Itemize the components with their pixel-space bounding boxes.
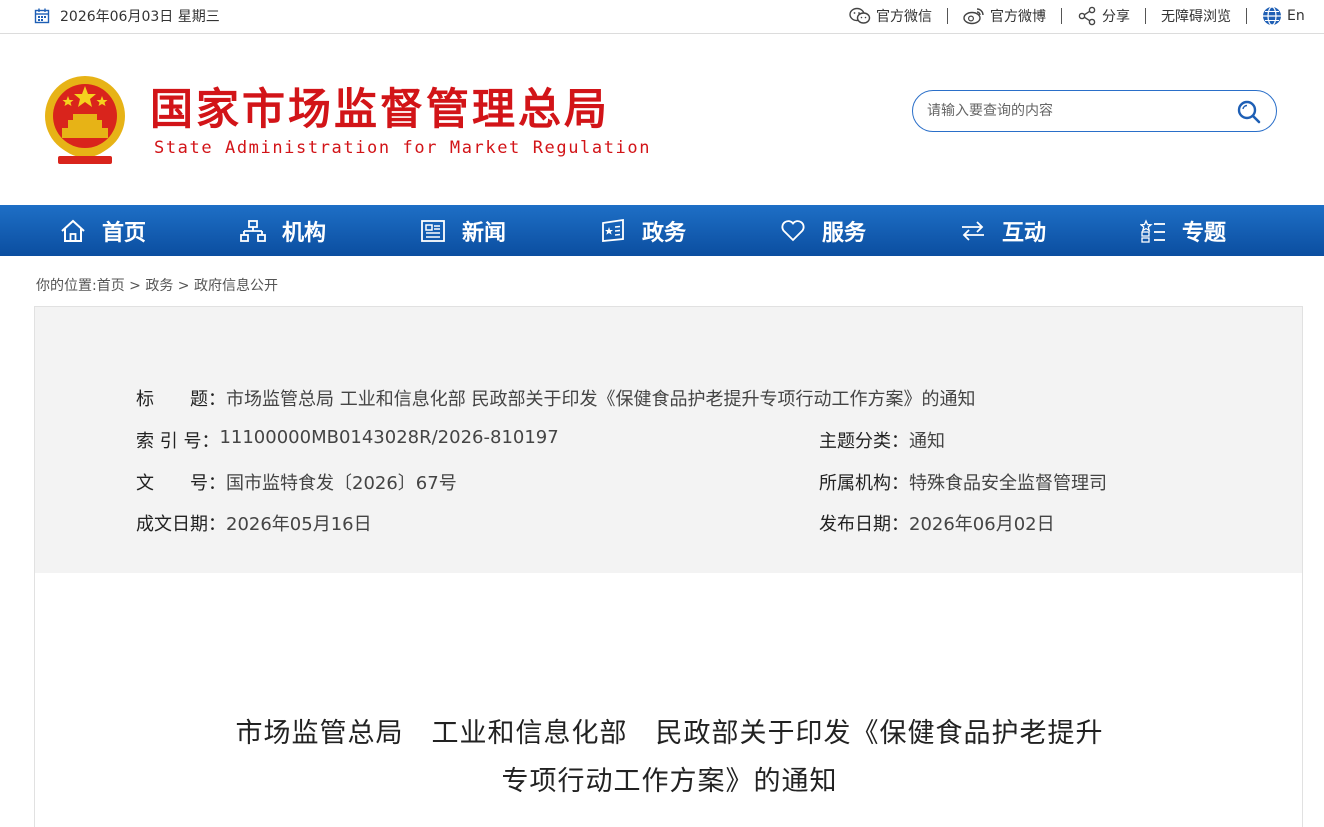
meta-org-label: 所属机构： bbox=[819, 473, 909, 494]
nav-item-topics[interactable]: 专题 bbox=[1140, 205, 1226, 256]
meta-title-row: 标 题： 市场监管总局 工业和信息化部 民政部关于印发《保健食品护老提升专项行动… bbox=[136, 385, 975, 411]
nav-item-news[interactable]: 新闻 bbox=[420, 205, 506, 256]
breadcrumb: 你的位置:首页 > 政务 > 政府信息公开 bbox=[36, 275, 278, 295]
english-link[interactable]: En bbox=[1262, 6, 1305, 26]
main-nav: 首页 机构 新闻 政务 服务 互动 专题 bbox=[0, 205, 1324, 256]
government-affairs-icon bbox=[602, 218, 624, 242]
accessibility-label: 无障碍浏览 bbox=[1161, 9, 1231, 25]
meta-category-label: 主题分类： bbox=[819, 431, 909, 452]
nav-label: 首页 bbox=[102, 220, 147, 246]
meta-index-row: 索 引 号： 11100000MB0143028R/2026-810197 bbox=[136, 427, 559, 453]
meta-created-value: 2026年05月16日 bbox=[226, 514, 372, 535]
wechat-icon bbox=[849, 7, 871, 24]
meta-published-label: 发布日期： bbox=[819, 514, 909, 535]
meta-category-row: 主题分类： 通知 bbox=[819, 427, 945, 453]
official-weibo-link[interactable]: 官方微博 bbox=[963, 6, 1046, 26]
meta-docno-value: 国市监特食发〔2026〕67号 bbox=[226, 473, 457, 494]
breadcrumb-prefix: 你的位置: bbox=[36, 278, 97, 294]
meta-index-value: 11100000MB0143028R/2026-810197 bbox=[219, 427, 559, 448]
nav-label: 互动 bbox=[1002, 220, 1047, 246]
divider bbox=[1145, 8, 1146, 24]
breadcrumb-separator: > bbox=[124, 278, 146, 294]
globe-icon bbox=[1263, 6, 1281, 26]
meta-published-value: 2026年06月02日 bbox=[909, 514, 1055, 535]
site-header: 国家市场监督管理总局 State Administration for Mark… bbox=[0, 35, 1324, 205]
share-link[interactable]: 分享 bbox=[1077, 6, 1130, 26]
national-emblem-icon[interactable] bbox=[40, 72, 130, 166]
meta-docno-row: 文 号： 国市监特食发〔2026〕67号 bbox=[136, 469, 457, 495]
calendar-icon bbox=[34, 8, 50, 24]
search-icon[interactable] bbox=[1236, 99, 1262, 125]
exchange-icon bbox=[962, 220, 984, 241]
nav-label: 机构 bbox=[282, 220, 327, 246]
meta-category-value: 通知 bbox=[909, 431, 945, 452]
nav-label: 服务 bbox=[822, 220, 867, 246]
article-title-line: 专项行动工作方案》的通知 bbox=[501, 766, 838, 797]
meta-published-row: 发布日期： 2026年06月02日 bbox=[819, 510, 1055, 536]
english-label: En bbox=[1287, 8, 1305, 24]
breadcrumb-government-affairs[interactable]: 政务 bbox=[145, 278, 173, 294]
breadcrumb-info-disclosure[interactable]: 政府信息公开 bbox=[194, 278, 278, 294]
search-input[interactable] bbox=[927, 100, 1227, 122]
top-links: 官方微信 官方微博 分享 无障碍浏览 En bbox=[849, 5, 1305, 27]
nav-label: 新闻 bbox=[462, 220, 507, 246]
weibo-icon bbox=[963, 8, 984, 25]
official-wechat-label: 官方微信 bbox=[876, 9, 932, 25]
top-utility-bar: 2026年06月03日 星期三 官方微信 官方微博 分享 无障碍浏览 En bbox=[0, 0, 1324, 34]
org-chart-icon bbox=[240, 219, 266, 242]
share-icon bbox=[1078, 6, 1096, 26]
meta-org-row: 所属机构： 特殊食品安全监督管理司 bbox=[819, 469, 1107, 495]
nav-item-government-affairs[interactable]: 政务 bbox=[600, 205, 686, 256]
search-box bbox=[912, 90, 1277, 132]
heart-icon bbox=[781, 219, 805, 241]
official-weibo-label: 官方微博 bbox=[990, 9, 1046, 25]
accessibility-link[interactable]: 无障碍浏览 bbox=[1161, 6, 1231, 26]
divider bbox=[1061, 8, 1062, 24]
home-icon bbox=[61, 219, 85, 242]
document-metadata-panel: 标 题： 市场监管总局 工业和信息化部 民政部关于印发《保健食品护老提升专项行动… bbox=[34, 306, 1303, 574]
article-body: 市场监管总局 工业和信息化部 民政部关于印发《保健食品护老提升 专项行动工作方案… bbox=[34, 573, 1303, 827]
meta-org-value: 特殊食品安全监督管理司 bbox=[909, 473, 1107, 494]
meta-created-row: 成文日期： 2026年05月16日 bbox=[136, 510, 372, 536]
site-title-cn[interactable]: 国家市场监督管理总局 bbox=[150, 75, 610, 137]
divider bbox=[1246, 8, 1247, 24]
meta-docno-label: 文 号： bbox=[136, 473, 226, 494]
breadcrumb-home[interactable]: 首页 bbox=[97, 278, 125, 294]
article-title: 市场监管总局 工业和信息化部 民政部关于印发《保健食品护老提升 专项行动工作方案… bbox=[35, 710, 1304, 806]
divider bbox=[947, 8, 948, 24]
date-text: 2026年06月03日 星期三 bbox=[60, 9, 220, 25]
nav-item-organization[interactable]: 机构 bbox=[240, 205, 326, 256]
meta-title-value: 市场监管总局 工业和信息化部 民政部关于印发《保健食品护老提升专项行动工作方案》… bbox=[226, 389, 976, 410]
nav-item-home[interactable]: 首页 bbox=[60, 205, 146, 256]
topics-icon bbox=[1140, 218, 1165, 243]
breadcrumb-separator: > bbox=[173, 278, 194, 294]
nav-label: 政务 bbox=[642, 220, 687, 246]
meta-created-label: 成文日期： bbox=[136, 514, 226, 535]
nav-label: 专题 bbox=[1182, 220, 1227, 246]
official-wechat-link[interactable]: 官方微信 bbox=[849, 6, 932, 26]
site-title-en[interactable]: State Administration for Market Regulati… bbox=[154, 138, 651, 158]
nav-item-interaction[interactable]: 互动 bbox=[960, 205, 1046, 256]
meta-title-label: 标 题： bbox=[136, 389, 226, 410]
nav-item-services[interactable]: 服务 bbox=[780, 205, 866, 256]
news-icon bbox=[421, 219, 445, 242]
share-label: 分享 bbox=[1102, 9, 1130, 25]
date-display: 2026年06月03日 星期三 bbox=[34, 6, 220, 26]
article-title-line: 市场监管总局 工业和信息化部 民政部关于印发《保健食品护老提升 bbox=[235, 718, 1104, 749]
meta-index-label: 索 引 号： bbox=[136, 431, 220, 452]
